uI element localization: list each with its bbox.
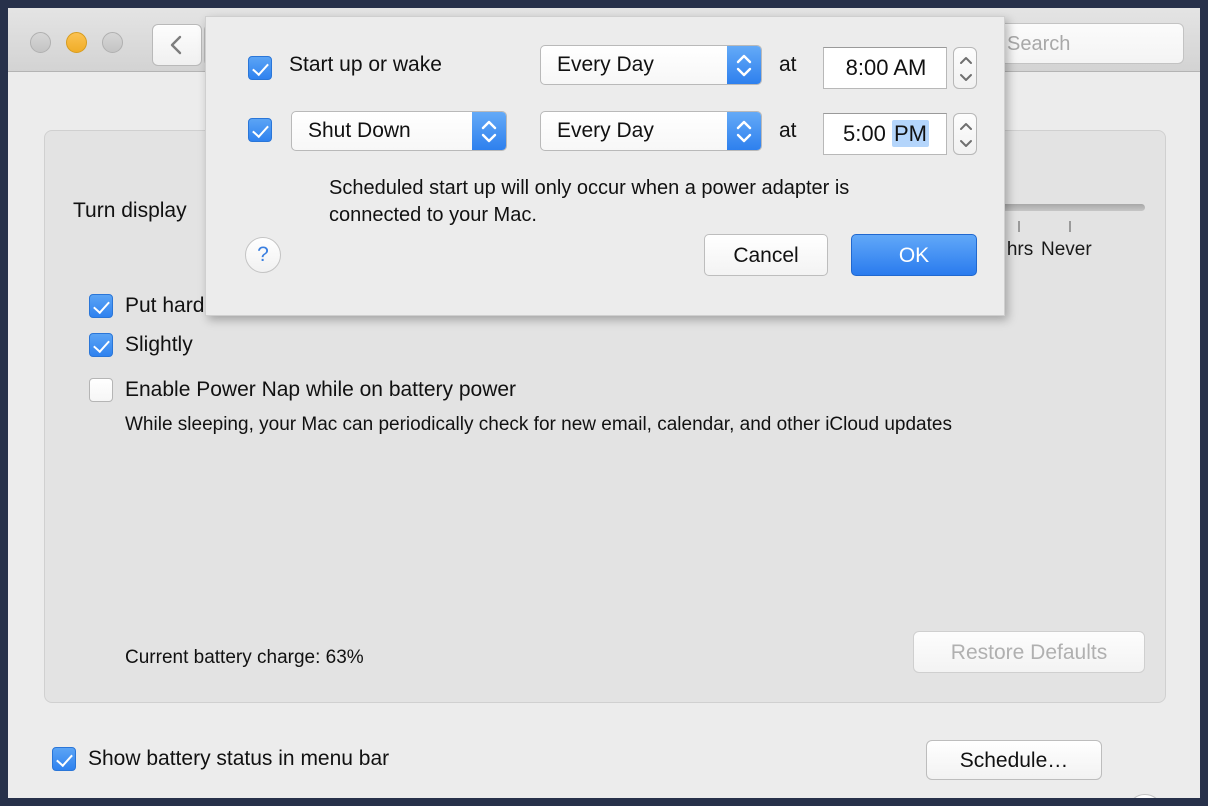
checkbox-row-slightly-dim[interactable]: Slightly [89, 333, 193, 357]
schedule-button[interactable]: Schedule… [926, 740, 1102, 780]
search-placeholder: Search [1007, 33, 1071, 55]
menu-bar-status-checkbox[interactable] [52, 747, 76, 771]
dialog-note: Scheduled start up will only occur when … [329, 177, 850, 226]
schedule-dialog: Start up or wake Every Day at 8:00 AM Sh… [205, 16, 1005, 316]
shutdown-action-value: Shut Down [308, 119, 411, 142]
battery-charge-status: Current battery charge: 63% [125, 647, 364, 668]
shutdown-enabled-checkbox[interactable] [248, 118, 272, 142]
shutdown-time-value: 5:00 PM [843, 120, 929, 147]
shutdown-action-select[interactable]: Shut Down [291, 111, 507, 151]
shutdown-frequency-value: Every Day [557, 119, 654, 142]
power-nap-label: Enable Power Nap while on battery power [125, 378, 517, 401]
slider-tick-never [1069, 221, 1071, 232]
power-nap-checkbox[interactable] [89, 378, 113, 402]
energy-saver-window: Energy Saver Search Turn display 3 hrs N… [0, 0, 1208, 806]
shutdown-at-label: at [779, 119, 797, 142]
startup-time-value: 8:00 AM [845, 55, 927, 80]
stepper-chevrons-icon [960, 123, 972, 147]
dialog-help-button[interactable]: ? [245, 237, 281, 273]
slider-label-never: Never [1041, 239, 1092, 260]
startup-frequency-select[interactable]: Every Day [540, 45, 762, 85]
chevron-updown-icon [727, 112, 761, 150]
startup-at-label: at [779, 53, 797, 76]
hard-disk-label: Put hard [125, 294, 205, 317]
slightly-dim-checkbox[interactable] [89, 333, 113, 357]
turn-display-label: Turn display [73, 199, 187, 222]
shutdown-time-field[interactable]: 5:00 PM [823, 113, 947, 155]
chevron-updown-icon [727, 46, 761, 84]
startup-label: Start up or wake [289, 53, 442, 76]
checkbox-row-menu-bar-status[interactable]: Show battery status in menu bar [52, 747, 389, 771]
startup-time-stepper[interactable] [953, 47, 977, 89]
shutdown-time-meridiem-selected: PM [891, 120, 929, 147]
startup-frequency-value: Every Day [557, 53, 654, 76]
bottom-bar: Show battery status in menu bar Schedule… [8, 722, 1200, 798]
hard-disk-checkbox[interactable] [89, 294, 113, 318]
startup-time-field[interactable]: 8:00 AM [823, 47, 947, 89]
slightly-dim-label: Slightly [125, 333, 193, 356]
schedule-startup-row: Start up or wake Every Day at 8:00 AM [206, 45, 1006, 91]
slider-tick-3hrs [1018, 221, 1020, 232]
cancel-button[interactable]: Cancel [704, 234, 828, 276]
startup-enabled-checkbox[interactable] [248, 56, 272, 80]
power-nap-description: While sleeping, your Mac can periodicall… [125, 414, 952, 435]
stepper-chevrons-icon [960, 57, 972, 81]
chevron-updown-icon [472, 112, 506, 150]
shutdown-time-stepper[interactable] [953, 113, 977, 155]
menu-bar-status-label: Show battery status in menu bar [88, 747, 390, 770]
checkbox-row-power-nap[interactable]: Enable Power Nap while on battery power [89, 378, 516, 402]
schedule-shutdown-row: Shut Down Every Day at 5:00 PM [206, 107, 1006, 155]
checkbox-row-hard-disk[interactable]: Put hard [89, 294, 204, 318]
restore-defaults-button[interactable]: Restore Defaults [913, 631, 1145, 673]
shutdown-frequency-select[interactable]: Every Day [540, 111, 762, 151]
ok-button[interactable]: OK [851, 234, 977, 276]
